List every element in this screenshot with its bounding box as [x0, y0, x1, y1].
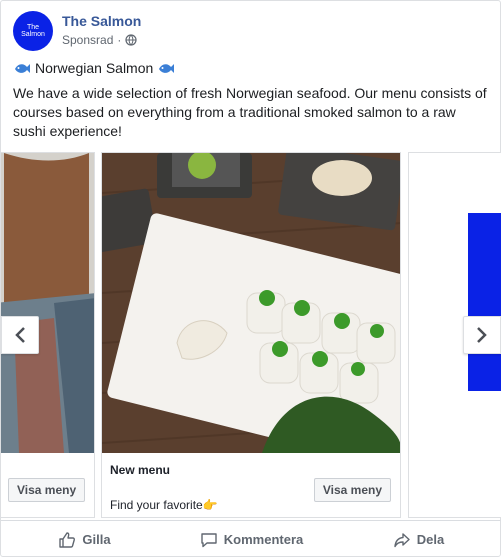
post-body: We have a wide selection of fresh Norweg… — [13, 85, 487, 139]
post-title-line: Norwegian Salmon — [13, 59, 175, 77]
visa-meny-button[interactable]: Visa meny — [313, 478, 391, 502]
share-button[interactable]: Dela — [335, 531, 501, 549]
visa-meny-button[interactable]: Visa meny — [8, 478, 86, 502]
fish-icon — [159, 64, 175, 73]
carousel-prev-button[interactable] — [1, 316, 39, 354]
card-description: Find your favorite👉 — [110, 498, 218, 512]
card-headline: New menu — [110, 463, 171, 477]
comment-button[interactable]: Kommentera — [168, 531, 335, 549]
carousel-card[interactable]: New menu Find your favorite👉 Visa meny — [101, 152, 401, 518]
card-image[interactable] — [102, 153, 400, 453]
like-label: Gilla — [82, 532, 111, 547]
person-photo — [1, 153, 94, 453]
card-image[interactable] — [1, 153, 94, 453]
sponsored-label[interactable]: Sponsrad — [62, 33, 113, 47]
card-footer — [409, 453, 501, 517]
carousel: Visa meny New menu Find your favorite👉 V… — [1, 152, 501, 520]
thumbs-up-icon — [59, 531, 76, 548]
comment-icon — [201, 532, 217, 547]
card-footer: New menu Find your favorite👉 Visa meny — [102, 453, 400, 517]
sushi-photo — [102, 153, 400, 453]
chevron-right-icon — [477, 327, 487, 343]
brand-graphic — [468, 213, 501, 391]
post-header: The Salmon The Salmon Sponsrad · — [13, 11, 483, 51]
globe-icon — [125, 34, 137, 46]
fish-icon — [15, 64, 30, 73]
post-title: Norwegian Salmon — [35, 60, 154, 76]
page-name-link[interactable]: The Salmon — [62, 13, 141, 29]
card-footer: Visa meny — [1, 453, 94, 517]
action-bar: Gilla Kommentera Dela — [1, 520, 501, 557]
share-label: Dela — [416, 532, 445, 547]
share-icon — [394, 532, 410, 547]
sponsored-post: The Salmon The Salmon Sponsrad · Norwegi… — [0, 0, 501, 557]
separator-dot: · — [117, 33, 122, 47]
card-image[interactable] — [409, 153, 501, 453]
chevron-left-icon — [15, 327, 25, 343]
carousel-next-button[interactable] — [463, 316, 501, 354]
like-button[interactable]: Gilla — [1, 531, 168, 549]
post-meta: Sponsrad · — [62, 33, 137, 47]
avatar-text: The — [26, 24, 40, 31]
avatar[interactable]: The Salmon — [13, 11, 53, 51]
comment-label: Kommentera — [223, 532, 304, 547]
avatar-text: Salmon — [21, 31, 45, 38]
